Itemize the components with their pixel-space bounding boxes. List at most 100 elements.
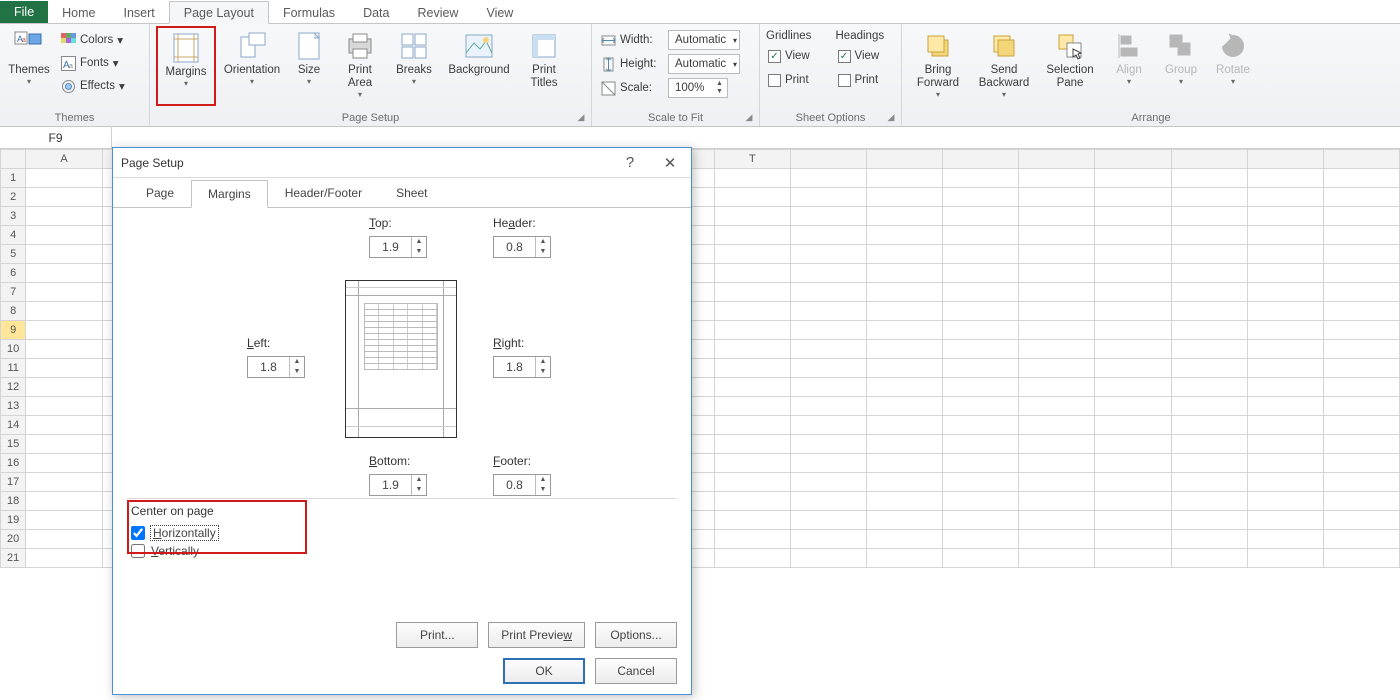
cell[interactable]: [1095, 511, 1171, 530]
cell[interactable]: [867, 264, 943, 283]
footer-spinner[interactable]: 0.8▲▼: [493, 474, 551, 496]
cell[interactable]: [714, 492, 790, 511]
cell[interactable]: [943, 302, 1019, 321]
cell[interactable]: [1247, 245, 1323, 264]
center-vertically-checkbox[interactable]: Vertically: [131, 542, 673, 560]
cell[interactable]: [1171, 169, 1247, 188]
cell[interactable]: [714, 435, 790, 454]
cell[interactable]: [26, 340, 102, 359]
cell[interactable]: [1323, 207, 1399, 226]
cell[interactable]: [1019, 454, 1095, 473]
cell[interactable]: [1323, 188, 1399, 207]
cell[interactable]: [1171, 378, 1247, 397]
row-header[interactable]: 11: [1, 359, 26, 378]
cell[interactable]: [1247, 397, 1323, 416]
cell[interactable]: [791, 207, 867, 226]
cell[interactable]: [1323, 492, 1399, 511]
tab-view[interactable]: View: [472, 2, 527, 23]
column-header[interactable]: A: [26, 150, 102, 169]
cell[interactable]: [1323, 321, 1399, 340]
cell[interactable]: [943, 264, 1019, 283]
cell[interactable]: [1323, 378, 1399, 397]
cell[interactable]: [1323, 264, 1399, 283]
orientation-button[interactable]: Orientation▾: [222, 26, 282, 86]
bring-forward-button[interactable]: Bring Forward▾: [908, 26, 968, 99]
cell[interactable]: [1095, 378, 1171, 397]
tab-data[interactable]: Data: [349, 2, 403, 23]
cell[interactable]: [1095, 264, 1171, 283]
cell[interactable]: [791, 321, 867, 340]
center-horizontally-checkbox[interactable]: Horizontally: [131, 524, 673, 542]
cell[interactable]: [1095, 359, 1171, 378]
top-spinner[interactable]: 1.9▲▼: [369, 236, 427, 258]
cell[interactable]: [1247, 207, 1323, 226]
cell[interactable]: [791, 226, 867, 245]
cell[interactable]: [1323, 359, 1399, 378]
cell[interactable]: [1019, 169, 1095, 188]
cell[interactable]: [26, 435, 102, 454]
cell[interactable]: [943, 492, 1019, 511]
cell[interactable]: [1019, 340, 1095, 359]
cell[interactable]: [1095, 226, 1171, 245]
row-header[interactable]: 19: [1, 511, 26, 530]
cell[interactable]: [26, 169, 102, 188]
cell[interactable]: [26, 207, 102, 226]
column-header[interactable]: T: [714, 150, 790, 169]
cell[interactable]: [1019, 416, 1095, 435]
row-header[interactable]: 4: [1, 226, 26, 245]
cell[interactable]: [1171, 416, 1247, 435]
row-header[interactable]: 20: [1, 530, 26, 549]
cell[interactable]: [1247, 283, 1323, 302]
cell[interactable]: [1095, 321, 1171, 340]
cell[interactable]: [1019, 321, 1095, 340]
row-header[interactable]: 5: [1, 245, 26, 264]
cell[interactable]: [1171, 302, 1247, 321]
cell[interactable]: [714, 245, 790, 264]
row-header[interactable]: 9: [1, 321, 26, 340]
row-header[interactable]: 6: [1, 264, 26, 283]
cell[interactable]: [714, 511, 790, 530]
cell[interactable]: [867, 492, 943, 511]
row-header[interactable]: 17: [1, 473, 26, 492]
scale-spinner[interactable]: 100%▲▼: [668, 78, 728, 98]
cell[interactable]: [1019, 492, 1095, 511]
cell[interactable]: [791, 378, 867, 397]
cell[interactable]: [714, 473, 790, 492]
cell[interactable]: [867, 302, 943, 321]
cell[interactable]: [1095, 169, 1171, 188]
cell[interactable]: [1095, 245, 1171, 264]
cell[interactable]: [1247, 188, 1323, 207]
dialog-tab-sheet[interactable]: Sheet: [379, 179, 444, 207]
cell[interactable]: [943, 454, 1019, 473]
cell[interactable]: [943, 340, 1019, 359]
cell[interactable]: [791, 549, 867, 568]
cell[interactable]: [1095, 416, 1171, 435]
cell[interactable]: [1171, 492, 1247, 511]
cell[interactable]: [1019, 264, 1095, 283]
tab-file[interactable]: File: [0, 1, 48, 23]
dialog-launcher-icon[interactable]: ◢: [575, 112, 587, 124]
cell[interactable]: [867, 549, 943, 568]
cell[interactable]: [1323, 416, 1399, 435]
close-button[interactable]: ✕: [657, 154, 683, 172]
headings-print-checkbox[interactable]: Print: [836, 70, 896, 90]
row-header[interactable]: 7: [1, 283, 26, 302]
cell[interactable]: [1019, 511, 1095, 530]
cell[interactable]: [1095, 530, 1171, 549]
cell[interactable]: [1323, 283, 1399, 302]
cell[interactable]: [714, 416, 790, 435]
cell[interactable]: [791, 264, 867, 283]
cell[interactable]: [791, 169, 867, 188]
cell[interactable]: [1247, 511, 1323, 530]
cell[interactable]: [791, 188, 867, 207]
dialog-tab-page[interactable]: Page: [129, 179, 191, 207]
dialog-tab-header-footer[interactable]: Header/Footer: [268, 179, 379, 207]
cell[interactable]: [943, 435, 1019, 454]
cell[interactable]: [791, 492, 867, 511]
cell[interactable]: [1171, 397, 1247, 416]
cell[interactable]: [714, 188, 790, 207]
cell[interactable]: [26, 321, 102, 340]
cell[interactable]: [1323, 340, 1399, 359]
cell[interactable]: [791, 473, 867, 492]
cell[interactable]: [791, 511, 867, 530]
